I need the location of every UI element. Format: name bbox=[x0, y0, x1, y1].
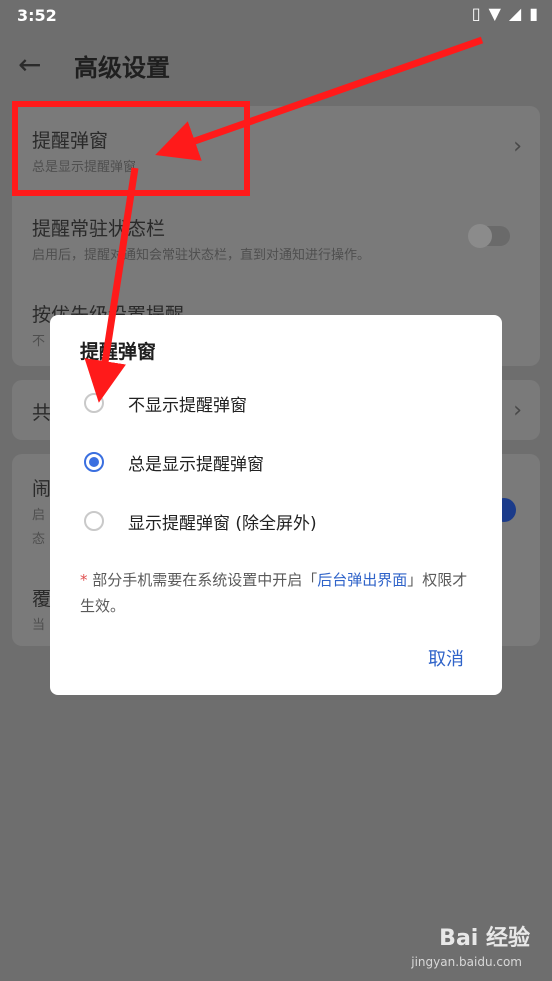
baidu-watermark-url: jingyan.baidu.com bbox=[411, 955, 522, 969]
annotation-arrow bbox=[155, 36, 484, 161]
annotation-arrows bbox=[84, 36, 484, 403]
baidu-watermark: Bai 经验 bbox=[439, 926, 530, 951]
annotation-arrow bbox=[84, 167, 139, 403]
